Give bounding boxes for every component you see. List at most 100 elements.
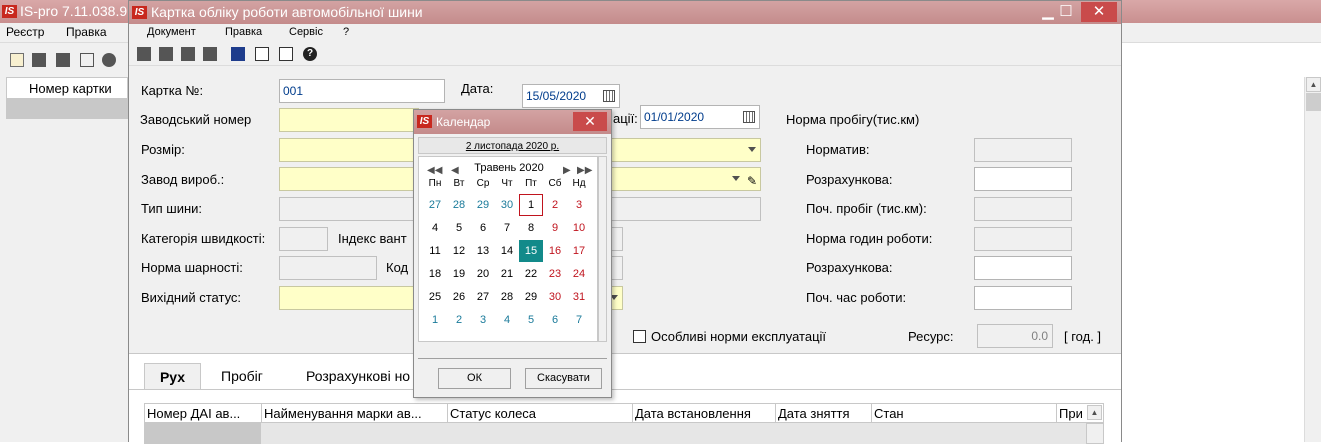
menu-item-service[interactable]: Сервіс — [289, 26, 323, 38]
menu-item-help[interactable]: ? — [343, 26, 349, 38]
calendar-day[interactable]: 19 — [447, 263, 471, 285]
column-state[interactable]: Стан — [872, 404, 1057, 423]
calendar-day[interactable]: 27 — [471, 286, 495, 308]
column-reason[interactable]: При — [1057, 404, 1087, 423]
calendar-day[interactable]: 8 — [519, 217, 543, 239]
close-icon[interactable]: ✕ — [1081, 2, 1117, 22]
date-field[interactable]: 15/05/2020 — [522, 84, 620, 108]
calendar-day[interactable]: 30 — [495, 194, 519, 216]
calendar-icon[interactable] — [603, 90, 615, 102]
scroll-thumb[interactable] — [1306, 93, 1321, 111]
start-hours-field[interactable] — [974, 286, 1072, 310]
calendar-day[interactable]: 6 — [471, 217, 495, 239]
prev-record-icon[interactable] — [159, 47, 173, 61]
calendar-icon[interactable] — [743, 111, 755, 123]
calendar-day[interactable]: 7 — [567, 309, 591, 331]
calculated-mileage-field[interactable] — [974, 167, 1072, 191]
calendar-day[interactable]: 2 — [543, 194, 567, 216]
menu-item-edit[interactable]: Правка — [66, 25, 107, 39]
factory-no-field[interactable] — [279, 108, 419, 132]
calendar-day[interactable]: 6 — [543, 309, 567, 331]
calendar-day[interactable]: 17 — [567, 240, 591, 262]
calendar-day[interactable]: 4 — [495, 309, 519, 331]
prev-month-icon[interactable]: ◀ — [451, 165, 459, 176]
menu-item-registry[interactable]: Реєстр — [6, 25, 44, 39]
column-wheel-status[interactable]: Статус колеса — [448, 404, 633, 423]
close-icon[interactable]: ✕ — [573, 112, 607, 131]
first-record-icon[interactable] — [137, 47, 151, 61]
calendar-day[interactable]: 22 — [519, 263, 543, 285]
calendar-day[interactable]: 25 — [423, 286, 447, 308]
calendar-day[interactable]: 26 — [447, 286, 471, 308]
chevron-down-icon[interactable] — [732, 176, 740, 181]
calendar-day[interactable]: 30 — [543, 286, 567, 308]
calendar-day[interactable]: 2 — [447, 309, 471, 331]
maximize-icon[interactable]: ☐ — [1051, 2, 1081, 22]
calendar-day[interactable]: 23 — [543, 263, 567, 285]
calendar-day[interactable]: 5 — [519, 309, 543, 331]
chevron-down-icon[interactable] — [748, 147, 756, 152]
calendar-scrollbar[interactable] — [598, 156, 607, 342]
calendar-day[interactable]: 28 — [447, 194, 471, 216]
next-month-icon[interactable]: ▶ — [563, 165, 571, 176]
card-no-field[interactable]: 001 — [279, 79, 445, 103]
calendar-day[interactable]: 31 — [567, 286, 591, 308]
document-icon[interactable] — [255, 47, 269, 61]
last-record-icon[interactable] — [203, 47, 217, 61]
table-row[interactable] — [144, 423, 1086, 444]
selected-day[interactable]: 15 — [519, 240, 543, 262]
calendar-day[interactable]: 20 — [471, 263, 495, 285]
calendar-day[interactable]: 18 — [423, 263, 447, 285]
mail-icon[interactable] — [279, 47, 293, 61]
duplicate-icon[interactable] — [56, 53, 70, 67]
calendar-day[interactable]: 16 — [543, 240, 567, 262]
menu-item-edit[interactable]: Правка — [225, 26, 262, 38]
clone-icon[interactable] — [80, 53, 94, 67]
current-day[interactable]: 1 — [519, 194, 543, 216]
selected-cell[interactable] — [144, 423, 261, 444]
tab-calculated-norms[interactable]: Розрахункові но — [306, 363, 410, 389]
menu-item-document[interactable]: Документ — [147, 26, 196, 38]
cancel-button[interactable]: Скасувати — [525, 368, 602, 389]
calendar-day[interactable]: 13 — [471, 240, 495, 262]
calendar-day[interactable]: 14 — [495, 240, 519, 262]
scroll-up-icon[interactable]: ▲ — [1306, 77, 1321, 92]
vertical-scrollbar[interactable]: ▲ — [1304, 77, 1321, 442]
column-removal-date[interactable]: Дата зняття — [776, 404, 872, 423]
prev-year-icon[interactable]: ◀◀ — [427, 165, 442, 176]
next-record-icon[interactable] — [181, 47, 195, 61]
vertical-scrollbar[interactable] — [1086, 423, 1104, 444]
column-plate-number[interactable]: Номер ДАІ ав... — [145, 404, 262, 423]
calendar-day[interactable]: 24 — [567, 263, 591, 285]
scroll-up-icon[interactable]: ▲ — [1087, 405, 1102, 420]
calendar-day[interactable]: 29 — [471, 194, 495, 216]
copy-icon[interactable] — [32, 53, 46, 67]
edit-pencil-icon[interactable]: ✎ — [747, 170, 757, 190]
calculated-hours-field[interactable] — [974, 256, 1072, 280]
today-link[interactable]: 2 листопада 2020 р. — [418, 137, 607, 154]
calendar-day[interactable]: 11 — [423, 240, 447, 262]
tab-mileage[interactable]: Пробіг — [221, 363, 263, 389]
column-card-number[interactable]: Номер картки — [29, 81, 112, 96]
calendar-day[interactable]: 28 — [495, 286, 519, 308]
special-norms-checkbox[interactable] — [633, 330, 646, 343]
calendar-day[interactable]: 9 — [543, 217, 567, 239]
calendar-day[interactable]: 3 — [471, 309, 495, 331]
new-doc-icon[interactable] — [10, 53, 24, 67]
column-install-date[interactable]: Дата встановлення — [633, 404, 776, 423]
calendar-day[interactable]: 21 — [495, 263, 519, 285]
calendar-day[interactable]: 4 — [423, 217, 447, 239]
calendar-day[interactable]: 12 — [447, 240, 471, 262]
calendar-day[interactable]: 5 — [447, 217, 471, 239]
delete-icon[interactable] — [102, 53, 116, 67]
next-year-icon[interactable]: ▶▶ — [577, 165, 592, 176]
calendar-day[interactable]: 29 — [519, 286, 543, 308]
calendar-day[interactable]: 27 — [423, 194, 447, 216]
tab-movement[interactable]: Рух — [144, 363, 201, 389]
ok-button[interactable]: ОК — [438, 368, 511, 389]
help-icon[interactable]: ? — [303, 47, 317, 61]
table-row[interactable] — [6, 99, 128, 119]
start-date-field[interactable]: 01/01/2020 — [640, 105, 760, 129]
calendar-day[interactable]: 1 — [423, 309, 447, 331]
calendar-day[interactable]: 3 — [567, 194, 591, 216]
